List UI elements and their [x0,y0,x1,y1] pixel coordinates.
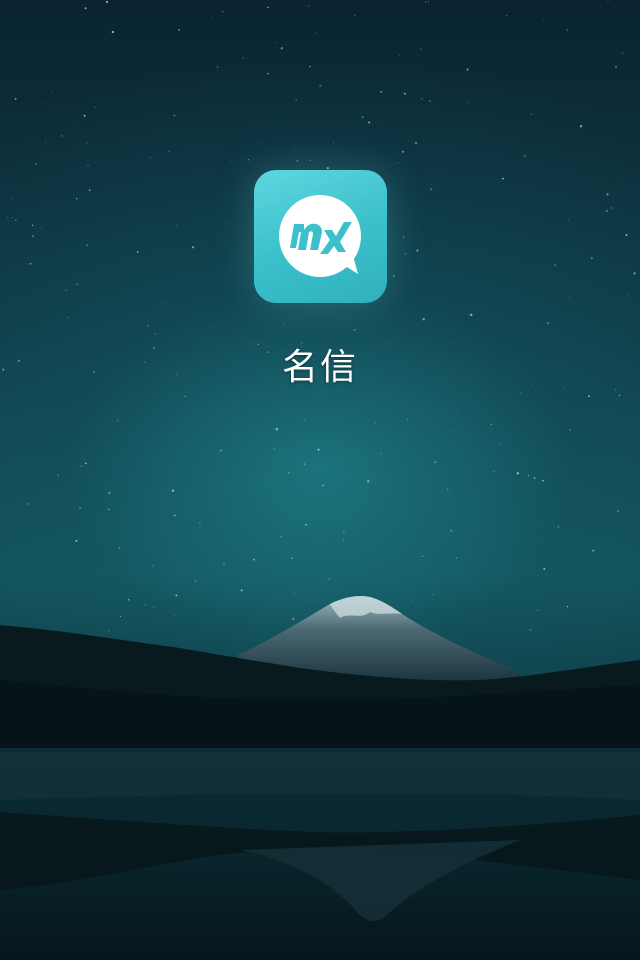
mx-chat-bubble-icon [279,195,361,277]
app-label[interactable]: 名信 [220,338,420,390]
app-icon[interactable] [254,170,387,303]
home-screen: 名信 [0,0,640,960]
lake-mist [0,752,640,800]
wallpaper-scenery [0,596,640,960]
